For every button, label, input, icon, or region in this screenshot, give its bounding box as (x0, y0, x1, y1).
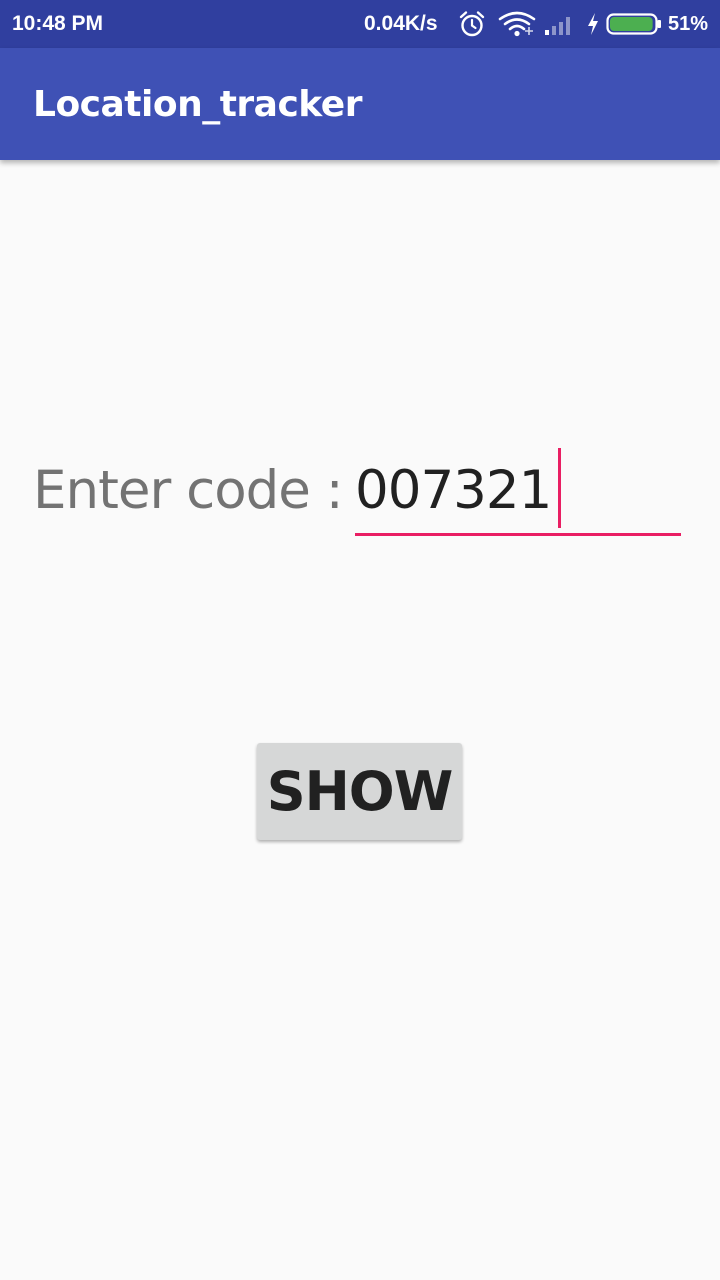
app-bar: Location_tracker (0, 48, 720, 160)
code-input[interactable]: 007321 (355, 448, 681, 537)
battery-percent: 51% (668, 13, 709, 35)
code-input-value[interactable]: 007321 (355, 458, 552, 524)
battery-icon (606, 13, 661, 35)
status-time: 10:48 PM (12, 12, 104, 35)
signal-icon (545, 17, 570, 35)
network-speed: 0.04K/s (364, 12, 438, 35)
wifi-icon (498, 11, 536, 37)
show-button-label: SHOW (266, 760, 454, 823)
text-cursor (558, 448, 561, 528)
app-title: Location_tracker (33, 84, 362, 125)
input-underline (355, 533, 681, 536)
alarm-icon (459, 11, 485, 37)
charging-icon (588, 13, 598, 35)
code-label: Enter code : (33, 460, 344, 521)
show-button[interactable]: SHOW (257, 743, 462, 840)
status-bar: 10:48 PM 0.04K/s 51% (0, 0, 720, 48)
